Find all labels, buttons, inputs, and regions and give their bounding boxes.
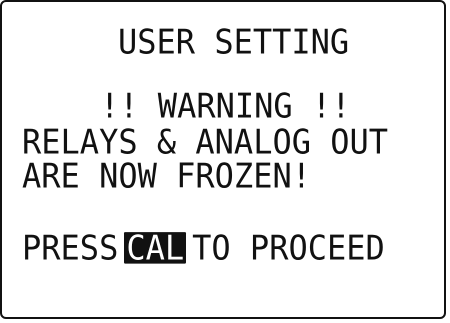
proceed-prompt: PRESS CAL TO PROCEED [22, 230, 385, 266]
prompt-prefix: PRESS [22, 227, 119, 268]
warning-message-line-1: RELAYS & ANALOG OUT [22, 121, 389, 162]
screen-title: USER SETTING [118, 21, 350, 62]
warning-heading: !! WARNING !! [100, 85, 351, 126]
prompt-suffix: TO PROCEED [192, 227, 385, 268]
warning-message-line-2: ARE NOW FROZEN! [22, 155, 311, 196]
cal-key-button[interactable]: CAL [124, 231, 187, 265]
